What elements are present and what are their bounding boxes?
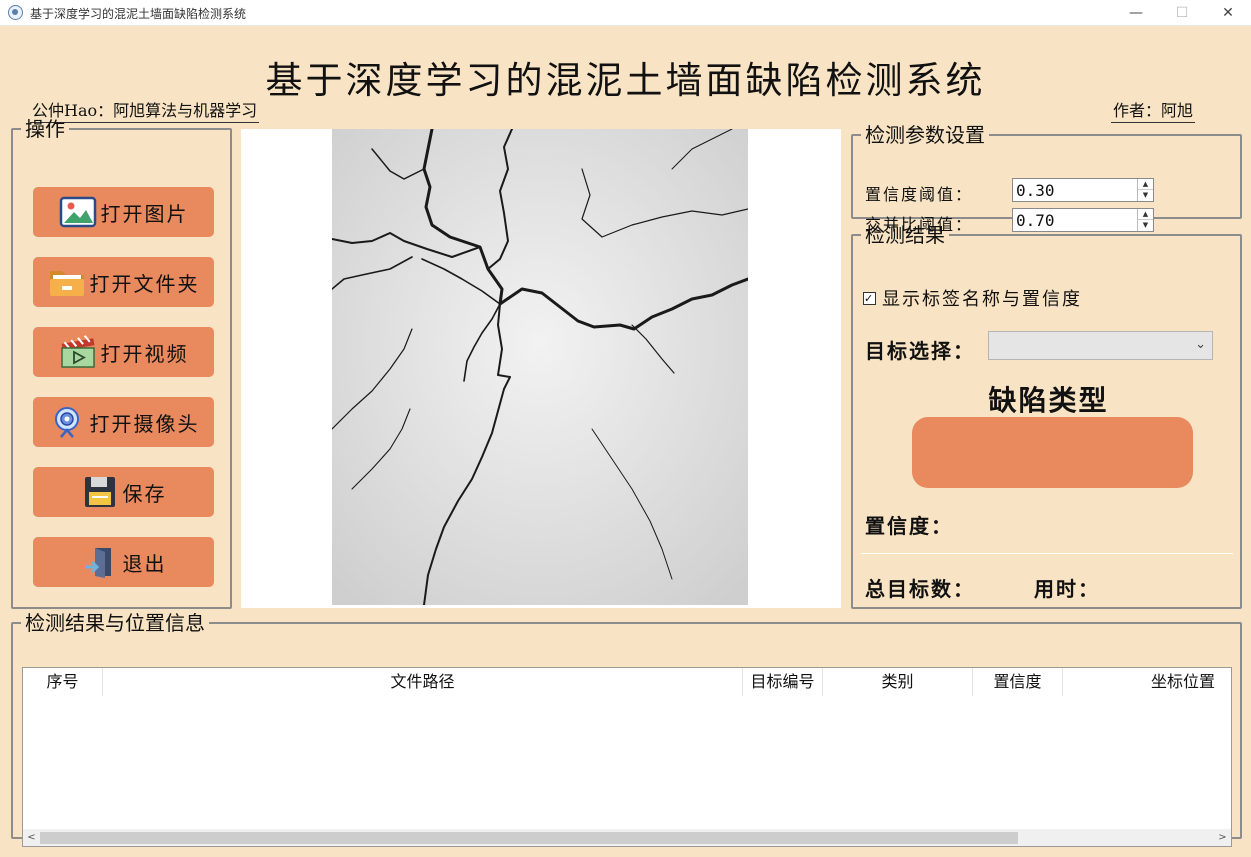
concrete-crack-image <box>331 127 750 606</box>
show-labels-text: 显示标签名称与置信度 <box>882 289 1082 310</box>
save-icon <box>81 475 119 509</box>
results-divider <box>861 553 1233 554</box>
scroll-right-icon[interactable]: > <box>1214 829 1231 846</box>
iou-up-arrow-icon[interactable]: ▲ <box>1138 209 1153 220</box>
exit-label: 退出 <box>122 551 167 576</box>
defect-type-display <box>912 417 1193 488</box>
column-header-class[interactable]: 类别 <box>823 668 973 696</box>
column-header-coordinates[interactable]: 坐标位置 <box>1063 668 1231 696</box>
table-legend: 检测结果与位置信息 <box>25 611 205 635</box>
exit-button[interactable]: 退出 <box>33 537 214 587</box>
scrollbar-thumb[interactable] <box>40 832 1018 844</box>
image-icon <box>59 195 97 229</box>
results-table-panel: 检测结果与位置信息 序号 文件路径 目标编号 类别 置信度 坐标位置 < > <box>11 611 1242 847</box>
maximize-button[interactable]: ☐ <box>1159 0 1205 26</box>
results-legend: 检测结果 <box>865 223 945 247</box>
column-header-confidence[interactable]: 置信度 <box>973 668 1063 696</box>
confidence-up-arrow-icon[interactable]: ▲ <box>1138 179 1153 190</box>
detection-params-panel: 检测参数设置 置信度阈值： 0.30 ▲ ▼ 交并比阈值： 0.70 ▲ ▼ <box>851 123 1242 234</box>
app-icon <box>8 5 23 20</box>
chevron-down-icon: ⌄ <box>1195 337 1206 352</box>
confidence-result-label: 置信度： <box>865 514 953 538</box>
exit-icon <box>81 545 119 579</box>
window-title: 基于深度学习的混泥土墙面缺陷检测系统 <box>30 7 247 21</box>
folder-icon <box>48 265 86 299</box>
open-video-button[interactable]: 打开视频 <box>33 327 214 377</box>
elapsed-time-label: 用时： <box>1034 577 1100 601</box>
params-legend: 检测参数设置 <box>865 123 985 147</box>
minimize-button[interactable]: — <box>1113 0 1159 26</box>
target-select-dropdown[interactable]: ⌄ <box>988 331 1213 360</box>
close-button[interactable]: ✕ <box>1205 0 1251 26</box>
horizontal-scrollbar[interactable]: < > <box>23 829 1231 846</box>
open-video-label: 打开视频 <box>100 341 189 366</box>
operations-legend: 操作 <box>25 117 65 141</box>
open-folder-button[interactable]: 打开文件夹 <box>33 257 214 307</box>
operations-panel: 操作 打开图片 打开文件夹 打开视频 打开摄像头 保存 退出 <box>11 119 232 609</box>
save-label: 保存 <box>122 481 167 506</box>
save-button[interactable]: 保存 <box>33 467 214 517</box>
confidence-threshold-spinbox[interactable]: 0.30 ▲ ▼ <box>1012 178 1154 202</box>
column-header-file-path[interactable]: 文件路径 <box>103 668 743 696</box>
show-labels-checkbox-row[interactable]: ✓ 显示标签名称与置信度 <box>863 285 1082 311</box>
confidence-down-arrow-icon[interactable]: ▼ <box>1138 190 1153 201</box>
open-camera-label: 打开摄像头 <box>89 411 200 436</box>
image-display-area <box>241 127 841 608</box>
author-note-right: 作者：阿旭 <box>1111 97 1196 123</box>
video-icon <box>59 335 97 369</box>
detection-results-panel: 检测结果 ✓ 显示标签名称与置信度 目标选择： ⌄ 缺陷类型 置信度： 总目标数… <box>851 225 1242 609</box>
defect-type-title: 缺陷类型 <box>988 384 1109 417</box>
column-header-index[interactable]: 序号 <box>23 668 103 696</box>
table-header: 序号 文件路径 目标编号 类别 置信度 坐标位置 <box>23 668 1231 696</box>
open-image-button[interactable]: 打开图片 <box>33 187 214 237</box>
open-camera-button[interactable]: 打开摄像头 <box>33 397 214 447</box>
confidence-threshold-label: 置信度阈值： <box>865 185 974 204</box>
confidence-threshold-value: 0.30 <box>1016 181 1055 200</box>
open-image-label: 打开图片 <box>100 201 189 226</box>
page-title: 基于深度学习的混泥土墙面缺陷检测系统 <box>265 59 986 102</box>
column-header-target-id[interactable]: 目标编号 <box>743 668 823 696</box>
scroll-left-icon[interactable]: < <box>23 829 40 846</box>
webcam-icon <box>48 405 86 439</box>
window-titlebar: 基于深度学习的混泥土墙面缺陷检测系统 — ☐ ✕ <box>0 0 1251 26</box>
total-targets-label: 总目标数： <box>865 577 975 601</box>
show-labels-checkbox[interactable]: ✓ <box>863 291 876 305</box>
open-folder-label: 打开文件夹 <box>89 271 200 296</box>
target-select-label: 目标选择： <box>865 339 975 363</box>
results-table[interactable]: 序号 文件路径 目标编号 类别 置信度 坐标位置 < > <box>22 667 1232 847</box>
